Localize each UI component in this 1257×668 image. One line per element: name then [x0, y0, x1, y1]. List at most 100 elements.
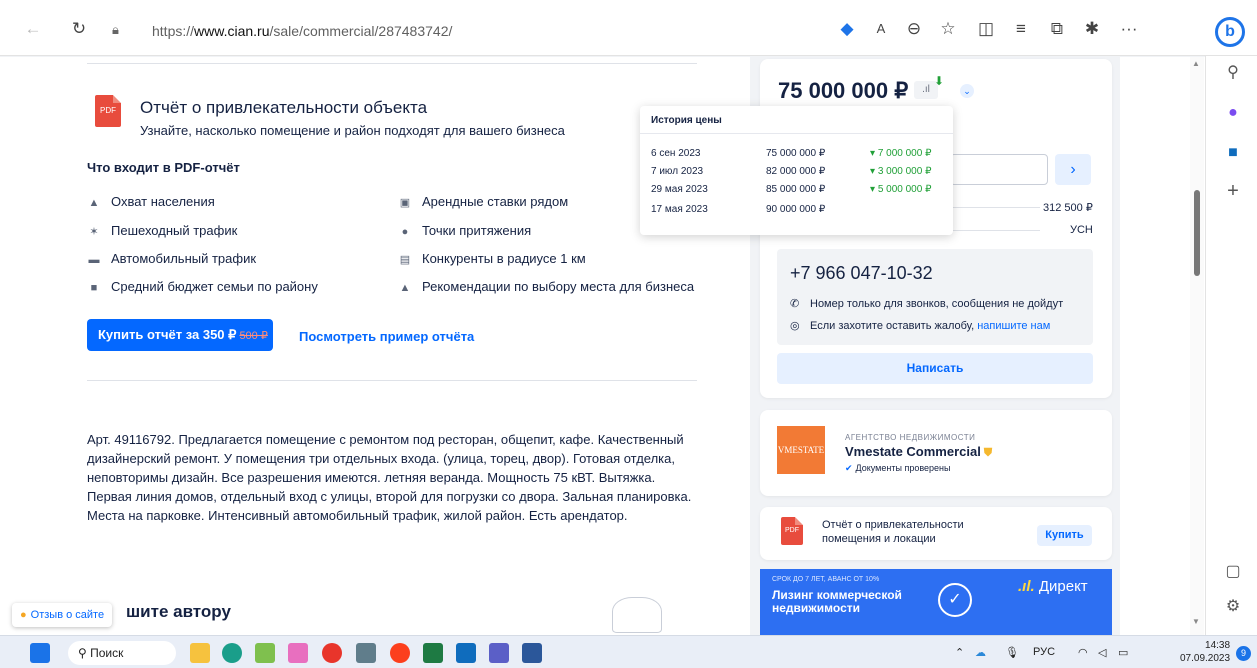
- feedback-button[interactable]: ● Отзыв о сайте: [12, 603, 113, 627]
- wifi-icon[interactable]: ◠: [1078, 646, 1088, 659]
- scroll-up-icon[interactable]: ▲: [1192, 59, 1200, 68]
- more-icon[interactable]: ···: [1118, 18, 1140, 40]
- lock-icon: 🔒︎: [112, 22, 119, 37]
- add-icon[interactable]: +: [1222, 180, 1244, 202]
- wallet-icon: ■: [90, 282, 98, 294]
- address-bar[interactable]: 🔒︎ https://www.cian.ru/sale/commercial/2…: [112, 20, 812, 44]
- mic-icon[interactable]: 🎙︎: [1005, 646, 1019, 659]
- shield-icon: ⛊: [983, 447, 993, 459]
- teams-icon[interactable]: [489, 643, 509, 663]
- history-price: 75 000 000 ₽: [766, 148, 826, 159]
- feature-population: ▲ Охват населения: [88, 194, 215, 209]
- tax-system: УСН: [1070, 224, 1093, 236]
- feature-rent: ▣ Арендные ставки рядом: [399, 194, 569, 209]
- history-date: 7 июл 2023: [651, 166, 704, 177]
- example-report-link[interactable]: Посмотреть пример отчёта: [299, 329, 474, 344]
- agency-name[interactable]: Vmestate Commercial ⛊: [845, 444, 992, 460]
- explorer-icon[interactable]: [190, 643, 210, 663]
- search-icon[interactable]: ⚲: [1222, 62, 1244, 84]
- includes-heading: Что входит в PDF-отчёт: [87, 160, 240, 175]
- report-title: Отчёт о привлекательности объекта: [140, 98, 428, 117]
- yandex-icon[interactable]: [390, 643, 410, 663]
- write-button[interactable]: Написать: [777, 353, 1093, 384]
- chevron-right-button[interactable]: ›: [1055, 154, 1091, 185]
- price-history-popup: История цены 6 сен 2023 75 000 000 ₽ ▾ 7…: [640, 106, 953, 235]
- mini-buy-button[interactable]: Купить: [1037, 525, 1092, 546]
- price-chart-icon[interactable]: .ıl ⬇: [914, 74, 944, 99]
- tag-icon[interactable]: ◆: [836, 18, 858, 40]
- complaint-note: ◎ Если захотите оставить жалобу, напишите…: [790, 320, 1051, 332]
- extensions-icon[interactable]: ✱: [1081, 18, 1103, 40]
- yandex-browser-icon[interactable]: [322, 643, 342, 663]
- price-down-icon: ⬇: [933, 74, 944, 88]
- history-price: 90 000 000 ₽: [766, 204, 826, 215]
- ad-banner[interactable]: СРОК ДО 7 ЛЕТ, АВАНС ОТ 10% Лизинг комме…: [760, 569, 1112, 635]
- history-price: 85 000 000 ₽: [766, 184, 826, 195]
- windows-start-icon[interactable]: [30, 643, 50, 663]
- report-subtitle: Узнайте, насколько помещение и район под…: [140, 123, 565, 138]
- cloud-icon[interactable]: ☁: [975, 646, 986, 659]
- store-icon: ▤: [399, 254, 411, 266]
- write-author-heading: шите автору: [126, 602, 231, 621]
- taskbar: ⚲ Поиск ⌃ ☁ 🎙︎ РУС ◠ ◁ ▭ 14:38 07.09.2023…: [0, 635, 1257, 668]
- description: Арт. 49116792. Предлагается помещение с …: [87, 432, 692, 523]
- read-aloud-icon[interactable]: A: [870, 18, 892, 40]
- history-change: ▾ 5 000 000 ₽: [870, 184, 932, 195]
- feature-competitors: ▤ Конкуренты в радиусе 1 км: [399, 251, 586, 266]
- tray-chevron-icon[interactable]: ⌃: [955, 646, 964, 659]
- excel-icon[interactable]: [423, 643, 443, 663]
- edge-icon[interactable]: [222, 643, 242, 663]
- chevron-down-icon[interactable]: ⌄: [960, 84, 974, 98]
- notification-badge[interactable]: 9: [1236, 646, 1251, 661]
- copilot-icon[interactable]: b: [1215, 17, 1245, 47]
- feature-recommendations: ▲ Рекомендации по выбору места для бизнес…: [399, 279, 695, 294]
- person-icon: ▲: [88, 197, 100, 209]
- illustration: [612, 597, 662, 633]
- back-icon[interactable]: ←: [22, 18, 44, 40]
- history-change: ▾ 7 000 000 ₽: [870, 148, 932, 159]
- calculator-icon[interactable]: [356, 643, 376, 663]
- calls-note: ✆ Номер только для звонков, сообщения не …: [790, 298, 1064, 310]
- app-icon[interactable]: [288, 643, 308, 663]
- panel-icon[interactable]: ▢: [1222, 561, 1244, 583]
- ad-headline: Лизинг коммерческой недвижимости: [772, 588, 902, 615]
- thumbs-up-icon: ▲: [399, 282, 411, 294]
- phone-number[interactable]: +7 966 047-10-32: [790, 263, 933, 284]
- agency-logo[interactable]: VMESTATE: [777, 426, 825, 474]
- outlook-icon[interactable]: ■: [1222, 142, 1244, 164]
- divider: [950, 230, 1040, 231]
- refresh-icon[interactable]: ↻: [68, 18, 90, 40]
- pdf-icon: PDF: [781, 517, 803, 545]
- split-screen-icon[interactable]: ◫: [975, 18, 997, 40]
- walk-icon: ✶: [89, 226, 99, 238]
- volume-icon[interactable]: ◁: [1098, 646, 1106, 659]
- word-icon[interactable]: [522, 643, 542, 663]
- shopping-icon[interactable]: ●: [1222, 102, 1244, 124]
- price-history-title: История цены: [651, 115, 722, 126]
- favorites-list-icon[interactable]: ≡: [1010, 18, 1032, 40]
- app-icon[interactable]: [255, 643, 275, 663]
- agency-type: АГЕНТСТВО НЕДВИЖИМОСТИ: [845, 433, 976, 442]
- favorite-icon[interactable]: ☆: [937, 18, 959, 40]
- battery-icon[interactable]: ▭: [1118, 646, 1128, 659]
- input-field[interactable]: [950, 154, 1048, 185]
- history-price: 82 000 000 ₽: [766, 166, 826, 177]
- scrollbar-thumb[interactable]: [1194, 190, 1200, 276]
- scrollbar[interactable]: ▲ ▼: [1190, 57, 1204, 635]
- language-indicator[interactable]: РУС: [1033, 646, 1055, 658]
- collections-icon[interactable]: ⧉: [1046, 18, 1068, 40]
- outlook-icon[interactable]: [456, 643, 476, 663]
- settings-icon[interactable]: ⚙: [1222, 596, 1244, 618]
- price-per-meter: 312 500 ₽: [1043, 202, 1093, 214]
- page: PDF Отчёт о привлекательности объекта Уз…: [0, 57, 1205, 635]
- complaint-link[interactable]: напишите нам: [977, 320, 1050, 332]
- ad-brand: .ıl. Директ: [1018, 578, 1088, 595]
- buy-report-button[interactable]: Купить отчёт за 350 ₽500 ₽: [87, 319, 273, 351]
- clock[interactable]: 14:38 07.09.2023: [1180, 639, 1230, 665]
- ad-small-text: СРОК ДО 7 ЛЕТ, АВАНС ОТ 10%: [772, 576, 880, 583]
- car-icon: ▬: [88, 254, 100, 266]
- zoom-icon[interactable]: ⊖: [903, 18, 925, 40]
- taskbar-search[interactable]: ⚲ Поиск: [68, 641, 176, 665]
- scroll-down-icon[interactable]: ▼: [1192, 617, 1200, 626]
- history-date: 29 мая 2023: [651, 184, 708, 195]
